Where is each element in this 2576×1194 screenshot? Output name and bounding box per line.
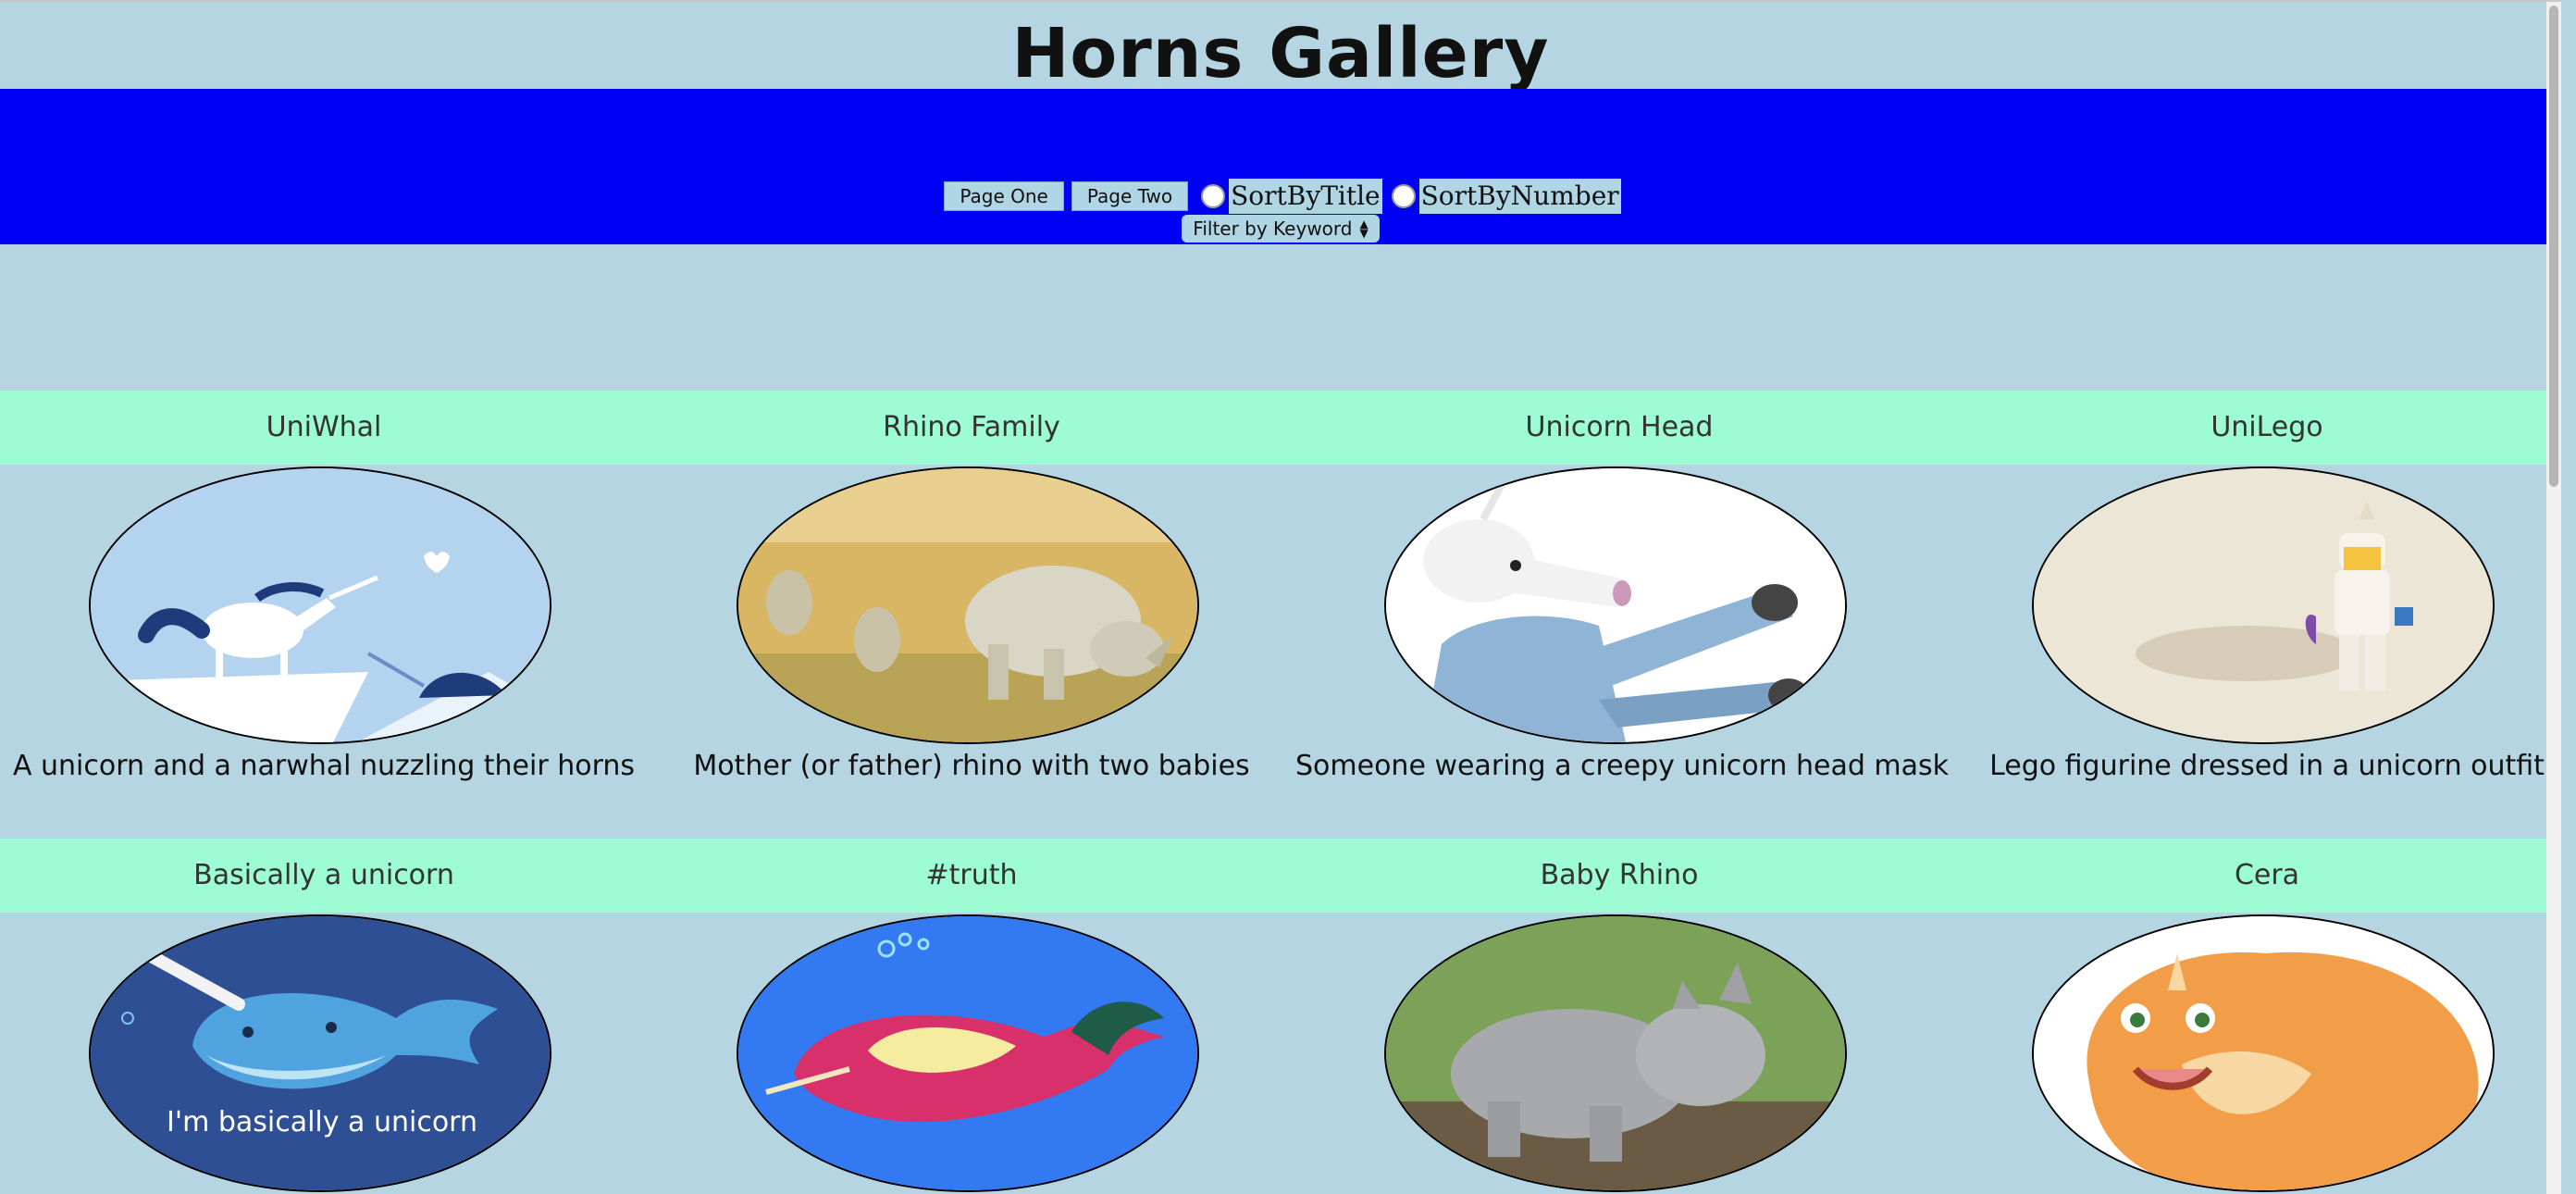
- sort-by-title-radio[interactable]: [1201, 184, 1226, 208]
- card-title: Baby Rhino: [1540, 859, 1699, 891]
- card-image: I'm basically a unicorn: [89, 914, 551, 1192]
- card-caption: Lego figurine dressed in a unicorn outfi…: [1989, 750, 2545, 782]
- card-title: UniWhal: [266, 411, 382, 443]
- card-title: #truth: [925, 859, 1018, 891]
- sort-by-number-radio[interactable]: [1391, 184, 1416, 208]
- controls: Page One Page Two SortByTitle SortByNumb…: [0, 178, 2561, 215]
- page-title: Horns Gallery: [1011, 14, 1550, 93]
- card-image: [737, 466, 1199, 744]
- filter-select[interactable]: Filter by Keyword ▲ ▼: [1182, 215, 1380, 243]
- filter-select-label: Filter by Keyword: [1193, 218, 1353, 240]
- card-image: [2032, 466, 2495, 744]
- card-image: [1384, 466, 1847, 744]
- card-caption: Mother (or father) rhino with two babies: [693, 750, 1250, 782]
- card-title: Rhino Family: [883, 411, 1060, 443]
- page-two-button[interactable]: Page Two: [1071, 181, 1189, 211]
- scrollbar-thumb[interactable]: [2549, 6, 2558, 487]
- scrollbar[interactable]: [2546, 2, 2561, 1194]
- card-caption: Someone wearing a creepy unicorn head ma…: [1295, 750, 1950, 782]
- card-caption: A unicorn and a narwhal nuzzling their h…: [12, 750, 636, 782]
- card-title: Unicorn Head: [1525, 411, 1714, 443]
- card-title: UniLego: [2211, 411, 2323, 443]
- sort-by-number-label: SortByNumber: [1418, 179, 1621, 214]
- filter-row: Filter by Keyword ▲ ▼: [0, 215, 2561, 244]
- card-image: [737, 914, 1199, 1192]
- sort-by-title-label: SortByTitle: [1229, 179, 1382, 214]
- page: Horns Gallery Page One Page Two SortByTi…: [0, 0, 2561, 1194]
- select-arrows-icon: ▲ ▼: [1359, 218, 1368, 240]
- card-title: Cera: [2234, 859, 2300, 891]
- card-title: Basically a unicorn: [193, 859, 454, 891]
- page-one-button[interactable]: Page One: [944, 181, 1064, 211]
- card-image: [2032, 914, 2495, 1192]
- image-text: I'm basically a unicorn: [167, 1106, 477, 1138]
- card-image: [89, 466, 551, 744]
- card-image: [1384, 914, 1847, 1192]
